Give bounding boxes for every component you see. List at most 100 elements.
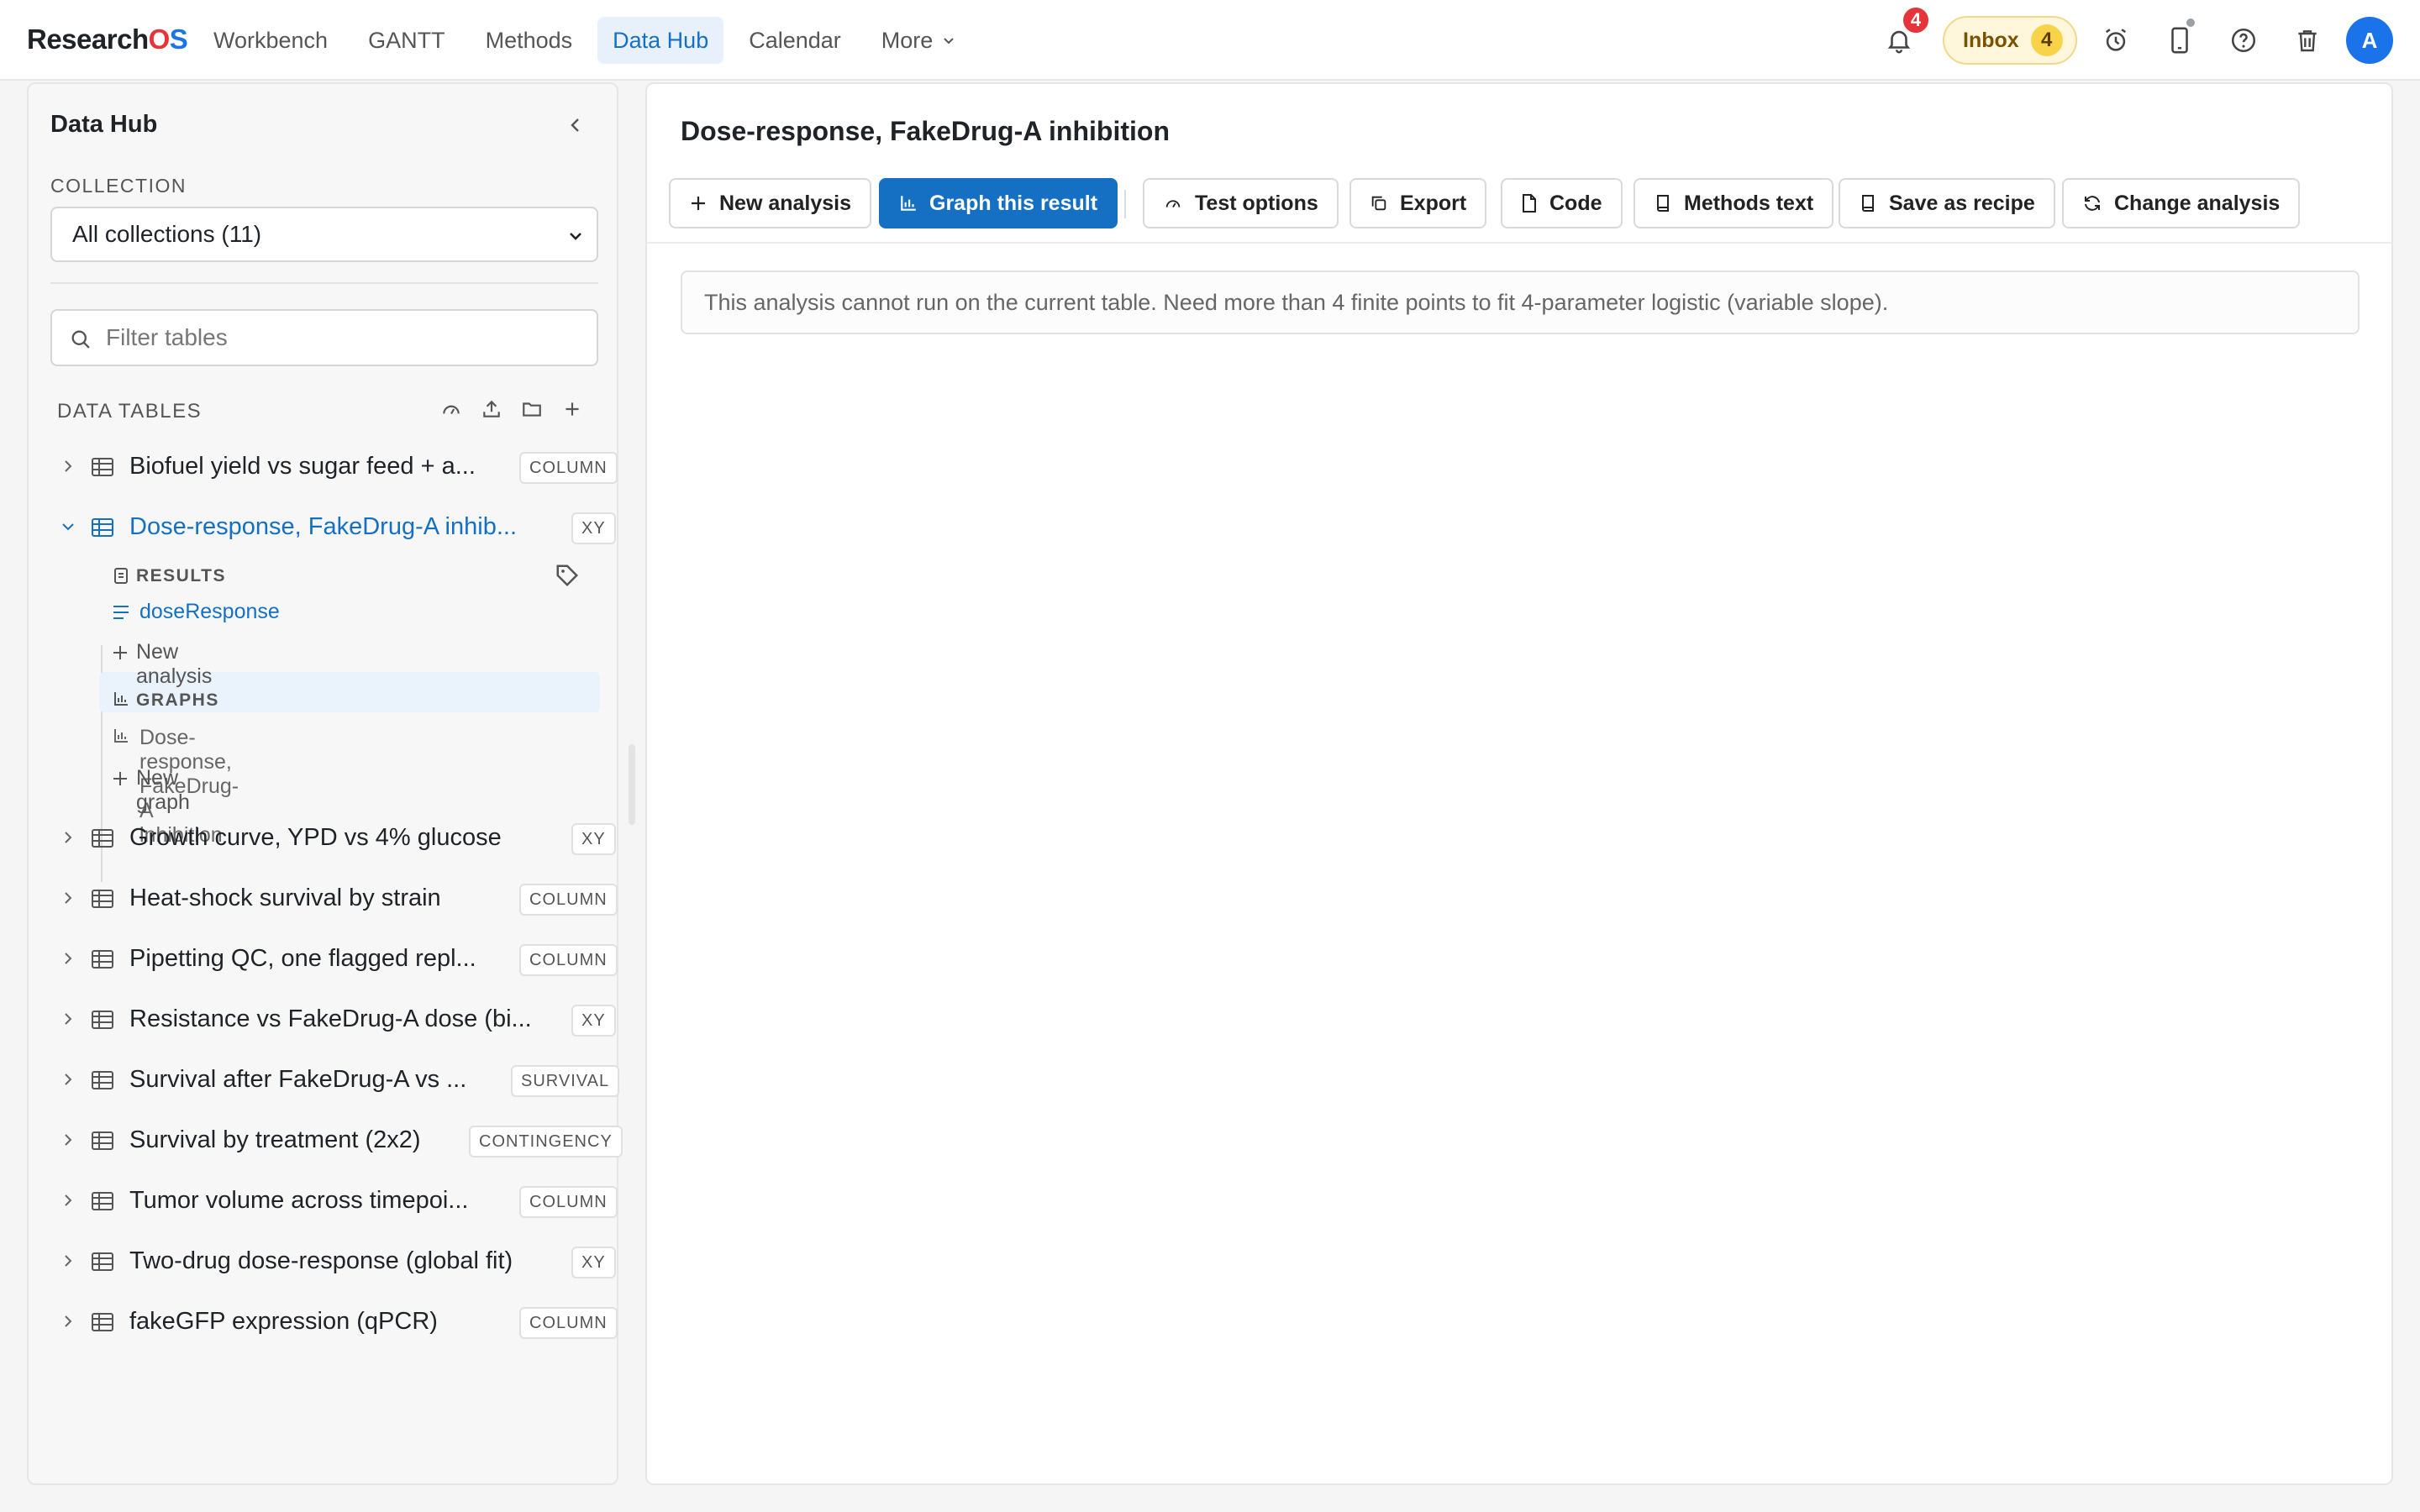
nav-methods[interactable]: Methods xyxy=(471,17,588,64)
book-icon xyxy=(1862,195,1874,212)
chevron-right-icon xyxy=(65,892,72,904)
chevron-right-icon xyxy=(65,1134,72,1146)
main-nav: Workbench GANTT Methods Data Hub Calenda… xyxy=(198,17,981,64)
table-icon xyxy=(92,458,113,476)
code-button[interactable]: Code xyxy=(1501,178,1623,228)
data-hub-sidebar: Data Hub COLLECTION All collections (11)… xyxy=(27,82,623,1485)
file-icon xyxy=(1523,194,1536,213)
nav-workbench[interactable]: Workbench xyxy=(198,17,343,64)
new-graph-label: New graph xyxy=(136,766,190,814)
results-label: RESULTS xyxy=(136,566,226,585)
table-name: Tumor volume across timepoi... xyxy=(129,1187,469,1214)
table-name: Growth curve, YPD vs 4% glucose xyxy=(129,824,502,851)
table-type-tag: XY xyxy=(571,1247,616,1278)
graph-this-result-button[interactable]: Graph this result xyxy=(879,178,1118,228)
mobile-device-button[interactable] xyxy=(2160,17,2200,60)
plus-icon xyxy=(113,646,127,659)
notification-count-badge: 4 xyxy=(1901,5,1931,35)
logo-o: O xyxy=(148,24,171,55)
table-row[interactable]: fakeGFP expression (qPCR) COLUMN xyxy=(45,1297,618,1347)
methods-text-button[interactable]: Methods text xyxy=(1634,178,1834,228)
nav-calendar[interactable]: Calendar xyxy=(734,17,856,64)
toolbar-separator xyxy=(1124,190,1126,218)
table-name: Pipetting QC, one flagged repl... xyxy=(129,945,476,972)
nav-data-hub[interactable]: Data Hub xyxy=(597,17,724,64)
table-type-tag: COLUMN xyxy=(519,944,618,976)
change-analysis-label: Change analysis xyxy=(2114,191,2281,215)
table-row[interactable]: Tumor volume across timepoi... COLUMN xyxy=(45,1176,618,1226)
refresh-icon xyxy=(2085,196,2100,211)
help-button[interactable] xyxy=(2223,20,2264,60)
table-row[interactable]: Pipetting QC, one flagged repl... COLUMN xyxy=(45,934,618,984)
table-icon xyxy=(92,1131,113,1150)
tag-icon xyxy=(556,564,579,587)
table-type-tag: XY xyxy=(571,823,616,855)
table-row[interactable]: Growth curve, YPD vs 4% glucose XY xyxy=(45,813,616,864)
table-type-tag: COLUMN xyxy=(519,1186,618,1218)
collection-select[interactable]: All collections (11) xyxy=(50,207,598,262)
help-circle-icon xyxy=(2231,28,2256,53)
analysis-error-message: This analysis cannot run on the current … xyxy=(681,270,2360,334)
plus-icon[interactable] xyxy=(560,396,585,422)
table-row[interactable]: Survival by treatment (2x2) CONTINGENCY xyxy=(45,1116,623,1166)
chevron-right-icon xyxy=(65,1074,72,1085)
table-type-tag: XY xyxy=(571,512,616,544)
toolbar-divider xyxy=(647,242,2391,244)
table-row[interactable]: Survival after FakeDrug-A vs ... SURVIVA… xyxy=(45,1055,620,1105)
bar-chart-icon xyxy=(114,692,128,706)
sidebar-resize-handle[interactable] xyxy=(629,744,635,825)
table-type-tag: COLUMN xyxy=(519,884,618,916)
new-analysis-label: New analysis xyxy=(136,640,213,688)
alarm-button[interactable] xyxy=(2096,20,2136,60)
data-tables-label: DATA TABLES xyxy=(57,400,203,423)
plus-icon xyxy=(692,197,705,210)
test-options-button[interactable]: Test options xyxy=(1143,178,1339,228)
table-icon xyxy=(92,1011,113,1029)
export-button[interactable]: Export xyxy=(1349,178,1487,228)
device-status-dot xyxy=(2185,17,2196,29)
new-analysis-button[interactable]: New analysis xyxy=(669,178,872,228)
new-analysis-button-label: New analysis xyxy=(719,191,852,215)
notifications-button[interactable]: 4 xyxy=(1879,5,1931,60)
logo-text: Research xyxy=(27,24,149,55)
app-logo[interactable]: ResearchOS xyxy=(27,24,188,55)
inbox-button[interactable]: Inbox 4 xyxy=(1943,16,2077,65)
table-icon xyxy=(92,1192,113,1210)
inbox-count: 4 xyxy=(2030,24,2063,56)
nav-more[interactable]: More xyxy=(866,17,972,64)
trash-button[interactable] xyxy=(2287,20,2328,60)
page-title: Dose-response, FakeDrug-A inhibition xyxy=(681,116,1170,146)
tag-button[interactable] xyxy=(555,563,580,588)
filter-tables-input[interactable]: Filter tables xyxy=(50,309,598,366)
collapse-sidebar-button[interactable] xyxy=(563,113,588,138)
sidebar-divider xyxy=(50,282,598,284)
table-name: Survival by treatment (2x2) xyxy=(129,1126,421,1153)
table-row[interactable]: Heat-shock survival by strain COLUMN xyxy=(45,874,618,924)
clipboard-icon xyxy=(114,568,128,584)
book-icon xyxy=(1657,195,1669,212)
upload-icon[interactable] xyxy=(479,396,504,422)
alarm-clock-icon xyxy=(2105,29,2127,51)
lines-icon xyxy=(113,606,129,619)
chevron-right-icon xyxy=(65,1255,72,1267)
table-row-selected[interactable]: Dose-response, FakeDrug-A inhib... XY xyxy=(45,502,616,553)
save-as-recipe-button[interactable]: Save as recipe xyxy=(1839,178,2055,228)
table-row[interactable]: Two-drug dose-response (global fit) XY xyxy=(45,1236,616,1287)
table-row[interactable]: Resistance vs FakeDrug-A dose (bi... XY xyxy=(45,995,616,1045)
table-type-tag: CONTINGENCY xyxy=(469,1126,623,1158)
table-name: Heat-shock survival by strain xyxy=(129,885,441,911)
user-avatar[interactable]: A xyxy=(2346,17,2393,64)
chevron-down-icon xyxy=(570,233,581,240)
table-row[interactable]: Biofuel yield vs sugar feed + a... COLUM… xyxy=(45,442,618,492)
inbox-label: Inbox xyxy=(1963,28,2019,52)
nav-gantt[interactable]: GANTT xyxy=(353,17,460,64)
table-icon xyxy=(92,1313,113,1331)
gauge-icon[interactable] xyxy=(439,396,464,422)
chevron-right-icon xyxy=(65,832,72,843)
table-name: Biofuel yield vs sugar feed + a... xyxy=(129,453,476,480)
chevron-right-icon xyxy=(65,953,72,964)
change-analysis-button[interactable]: Change analysis xyxy=(2062,178,2301,228)
folder-icon[interactable] xyxy=(519,396,544,422)
plus-icon xyxy=(113,772,127,785)
graph-this-result-label: Graph this result xyxy=(929,191,1098,215)
